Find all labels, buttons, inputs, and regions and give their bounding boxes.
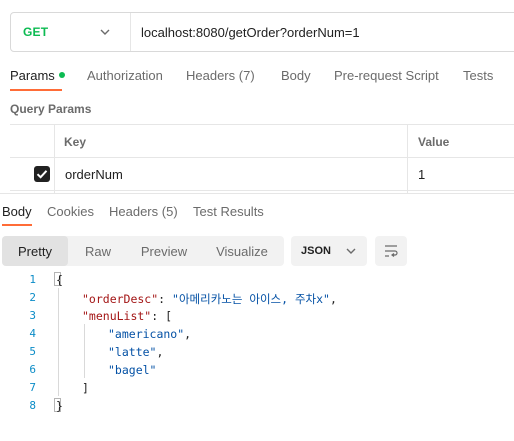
params-active-dot bbox=[58, 72, 65, 78]
tab-headers[interactable]: Headers (7) bbox=[186, 68, 255, 83]
json-key: "menuList" bbox=[82, 309, 152, 323]
code-text: "latte", bbox=[108, 345, 163, 359]
code-line: 6 "bagel" bbox=[0, 360, 514, 378]
line-number: 3 bbox=[29, 309, 36, 322]
json-string: "bagel" bbox=[108, 363, 157, 377]
wrap-lines-icon bbox=[385, 245, 398, 257]
request-tabs: Params Authorization Headers (7) Body Pr… bbox=[0, 62, 514, 94]
line-number: 6 bbox=[29, 363, 36, 376]
json-string: "latte" bbox=[108, 345, 157, 359]
column-header-value: Value bbox=[418, 135, 450, 149]
code-text: "americano", bbox=[108, 327, 191, 341]
code-line: 8 } bbox=[0, 396, 514, 414]
url-bar: GET localhost:8080/getOrder?orderNum=1 bbox=[10, 12, 514, 52]
query-params-title: Query Params bbox=[10, 102, 92, 116]
active-response-tab-indicator bbox=[2, 224, 32, 226]
code-line: 4 "americano", bbox=[0, 324, 514, 342]
line-number: 8 bbox=[29, 399, 36, 412]
raw-button[interactable]: Raw bbox=[68, 236, 128, 266]
tab-authorization[interactable]: Authorization bbox=[87, 68, 163, 83]
active-tab-indicator bbox=[10, 89, 62, 91]
checkbox-checked-icon[interactable] bbox=[34, 166, 50, 182]
param-key-cell[interactable]: orderNum bbox=[65, 167, 123, 182]
url-input[interactable]: localhost:8080/getOrder?orderNum=1 bbox=[131, 25, 360, 40]
format-select-value: JSON bbox=[301, 245, 331, 257]
code-line: 7 ] bbox=[0, 378, 514, 396]
code-text: { bbox=[56, 273, 63, 287]
code-text: "bagel" bbox=[108, 363, 156, 377]
indent-guide bbox=[84, 324, 85, 378]
method-select[interactable]: GET bbox=[11, 13, 131, 51]
response-tab-headers[interactable]: Headers (5) bbox=[109, 204, 178, 219]
response-tab-headers-label: Headers bbox=[109, 204, 159, 219]
chevron-down-icon bbox=[100, 29, 110, 35]
code-line: 2 "orderDesc": "아메리카노는 아이스, 주차x", bbox=[0, 288, 514, 306]
line-number: 1 bbox=[29, 273, 36, 286]
divider bbox=[0, 193, 514, 194]
json-string: "americano" bbox=[108, 327, 185, 341]
tab-body[interactable]: Body bbox=[281, 68, 311, 83]
response-tab-body[interactable]: Body bbox=[2, 204, 32, 219]
json-key: "orderDesc" bbox=[82, 292, 159, 306]
json-bracket: ] bbox=[82, 381, 89, 395]
preview-button[interactable]: Preview bbox=[128, 236, 200, 266]
wrap-lines-button[interactable] bbox=[375, 236, 407, 266]
json-comma: , bbox=[184, 327, 192, 341]
method-label: GET bbox=[23, 25, 49, 39]
code-line: 3 "menuList": [ bbox=[0, 306, 514, 324]
json-separator: : bbox=[151, 309, 166, 323]
indent-guide bbox=[58, 288, 59, 396]
code-line: 5 "latte", bbox=[0, 342, 514, 360]
line-number: 7 bbox=[29, 381, 36, 394]
pretty-button[interactable]: Pretty bbox=[2, 236, 68, 266]
response-tabs: Body Cookies Headers (5) Test Results bbox=[0, 198, 514, 228]
code-text: "menuList": [ bbox=[82, 309, 172, 323]
format-select[interactable]: JSON bbox=[291, 236, 367, 266]
json-separator: : bbox=[158, 292, 173, 306]
query-params-table: Key Value orderNum 1 bbox=[10, 124, 514, 193]
view-mode-toggle: Pretty Raw Preview Visualize bbox=[2, 236, 284, 266]
json-bracket: [ bbox=[165, 309, 173, 323]
response-body-code: 1 { 2 "orderDesc": "아메리카노는 아이스, 주차x", 3 … bbox=[0, 270, 514, 430]
tab-headers-count: (7) bbox=[238, 68, 255, 83]
column-header-key: Key bbox=[64, 135, 87, 149]
param-value-cell[interactable]: 1 bbox=[418, 167, 425, 182]
line-number: 5 bbox=[29, 345, 36, 358]
response-tab-cookies[interactable]: Cookies bbox=[47, 204, 94, 219]
response-tab-test-results[interactable]: Test Results bbox=[193, 204, 264, 219]
tab-headers-label: Headers bbox=[186, 68, 236, 83]
table-header-row: Key Value bbox=[10, 125, 514, 158]
code-text: ] bbox=[82, 381, 89, 395]
tab-tests[interactable]: Tests bbox=[463, 68, 493, 83]
column-divider bbox=[407, 125, 408, 193]
chevron-down-icon bbox=[346, 248, 356, 254]
tab-params[interactable]: Params bbox=[10, 68, 65, 83]
json-string: "아메리카노는 아이스, 주차x" bbox=[172, 292, 330, 306]
tab-prerequest-script[interactable]: Pre-request Script bbox=[334, 68, 439, 83]
tab-params-label: Params bbox=[10, 68, 55, 83]
table-row: orderNum 1 bbox=[10, 158, 514, 191]
line-number: 4 bbox=[29, 327, 36, 340]
code-line: 1 { bbox=[0, 270, 514, 288]
column-divider bbox=[54, 125, 55, 193]
visualize-button[interactable]: Visualize bbox=[200, 236, 284, 266]
json-comma: , bbox=[329, 292, 337, 306]
response-tab-headers-count: (5) bbox=[161, 204, 178, 219]
json-comma: , bbox=[156, 345, 164, 359]
line-number: 2 bbox=[29, 291, 36, 304]
code-text: "orderDesc": "아메리카노는 아이스, 주차x", bbox=[82, 291, 337, 307]
code-text: } bbox=[56, 399, 63, 413]
